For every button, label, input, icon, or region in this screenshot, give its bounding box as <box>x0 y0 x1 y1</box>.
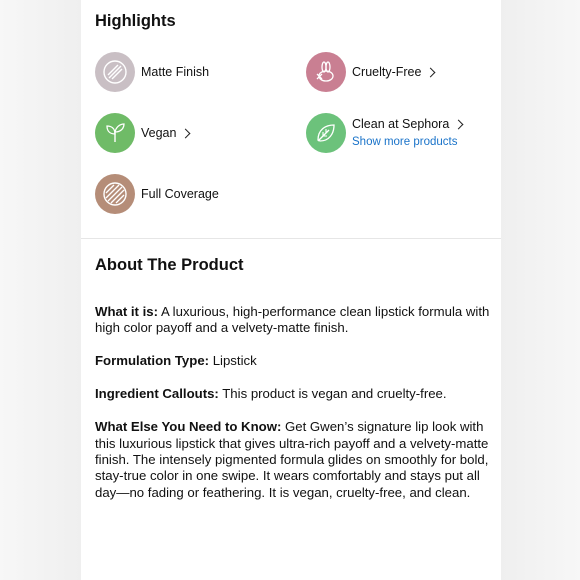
highlight-label: Clean at Sephora <box>352 117 450 131</box>
full-coverage-icon <box>95 174 135 214</box>
about-paragraph-what-it-is: What it is: A luxurious, high-performanc… <box>95 304 490 337</box>
highlights-title: Highlights <box>95 12 176 30</box>
about-product-description: What it is: A luxurious, high-performanc… <box>95 304 490 518</box>
clean-leaf-icon <box>306 113 346 153</box>
highlight-vegan[interactable]: Vegan <box>95 113 191 153</box>
about-title: About The Product <box>95 256 244 274</box>
about-paragraph-what-else: What Else You Need to Know: Get Gwen’s s… <box>95 419 490 501</box>
about-paragraph-formulation: Formulation Type: Lipstick <box>95 353 490 369</box>
paragraph-text: Lipstick <box>209 353 257 369</box>
bunny-icon <box>306 52 346 92</box>
chevron-right-icon <box>453 119 464 129</box>
show-more-products-link[interactable]: Show more products <box>352 134 462 150</box>
highlight-label: Cruelty-Free <box>352 65 422 79</box>
highlight-label: Vegan <box>141 126 177 140</box>
highlight-matte-finish: Matte Finish <box>95 52 209 92</box>
paragraph-heading: What Else You Need to Know: <box>95 419 282 435</box>
about-paragraph-ingredients: Ingredient Callouts: This product is veg… <box>95 386 490 402</box>
section-divider <box>81 238 501 239</box>
matte-finish-icon <box>95 52 135 92</box>
chevron-right-icon <box>181 128 191 138</box>
background-right <box>501 0 580 580</box>
product-details-panel: Highlights Matte Finish Cruelty-Free Veg… <box>81 0 501 580</box>
leaf-sprout-icon <box>95 113 135 153</box>
highlight-label: Full Coverage <box>141 187 219 201</box>
paragraph-heading: Ingredient Callouts: <box>95 386 219 402</box>
highlight-clean-at-sephora[interactable]: Clean at Sephora Show more products <box>306 113 464 153</box>
highlight-label: Matte Finish <box>141 65 210 79</box>
background-left <box>0 0 81 580</box>
highlight-cruelty-free[interactable]: Cruelty-Free <box>306 52 436 92</box>
highlight-full-coverage: Full Coverage <box>95 174 219 214</box>
chevron-right-icon <box>426 67 436 77</box>
paragraph-text: This product is vegan and cruelty-free. <box>218 386 447 402</box>
paragraph-heading: Formulation Type: <box>95 353 210 369</box>
paragraph-heading: What it is: <box>95 304 159 319</box>
